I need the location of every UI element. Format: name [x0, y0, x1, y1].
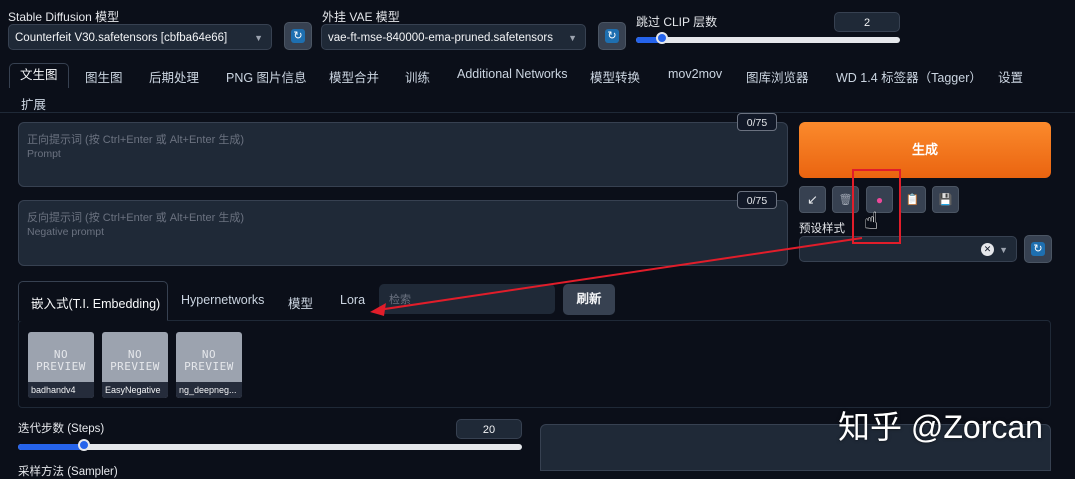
annotation-arrowhead — [370, 303, 386, 316]
hand-cursor-icon: ☝ — [864, 208, 879, 235]
annotation-overlay — [370, 169, 901, 316]
annotation-arrow-line — [377, 237, 863, 311]
